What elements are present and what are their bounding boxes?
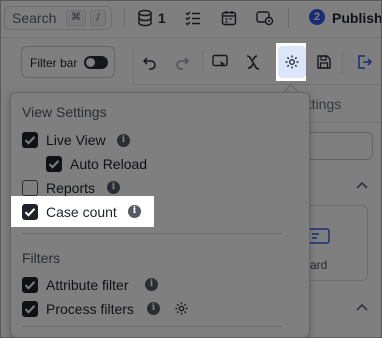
dim-overlay (0, 0, 382, 338)
info-icon[interactable]: i (128, 205, 141, 218)
gear-icon[interactable] (284, 54, 300, 73)
case-count-checkbox[interactable] (22, 204, 38, 220)
case-count-label: Case count (46, 204, 117, 220)
